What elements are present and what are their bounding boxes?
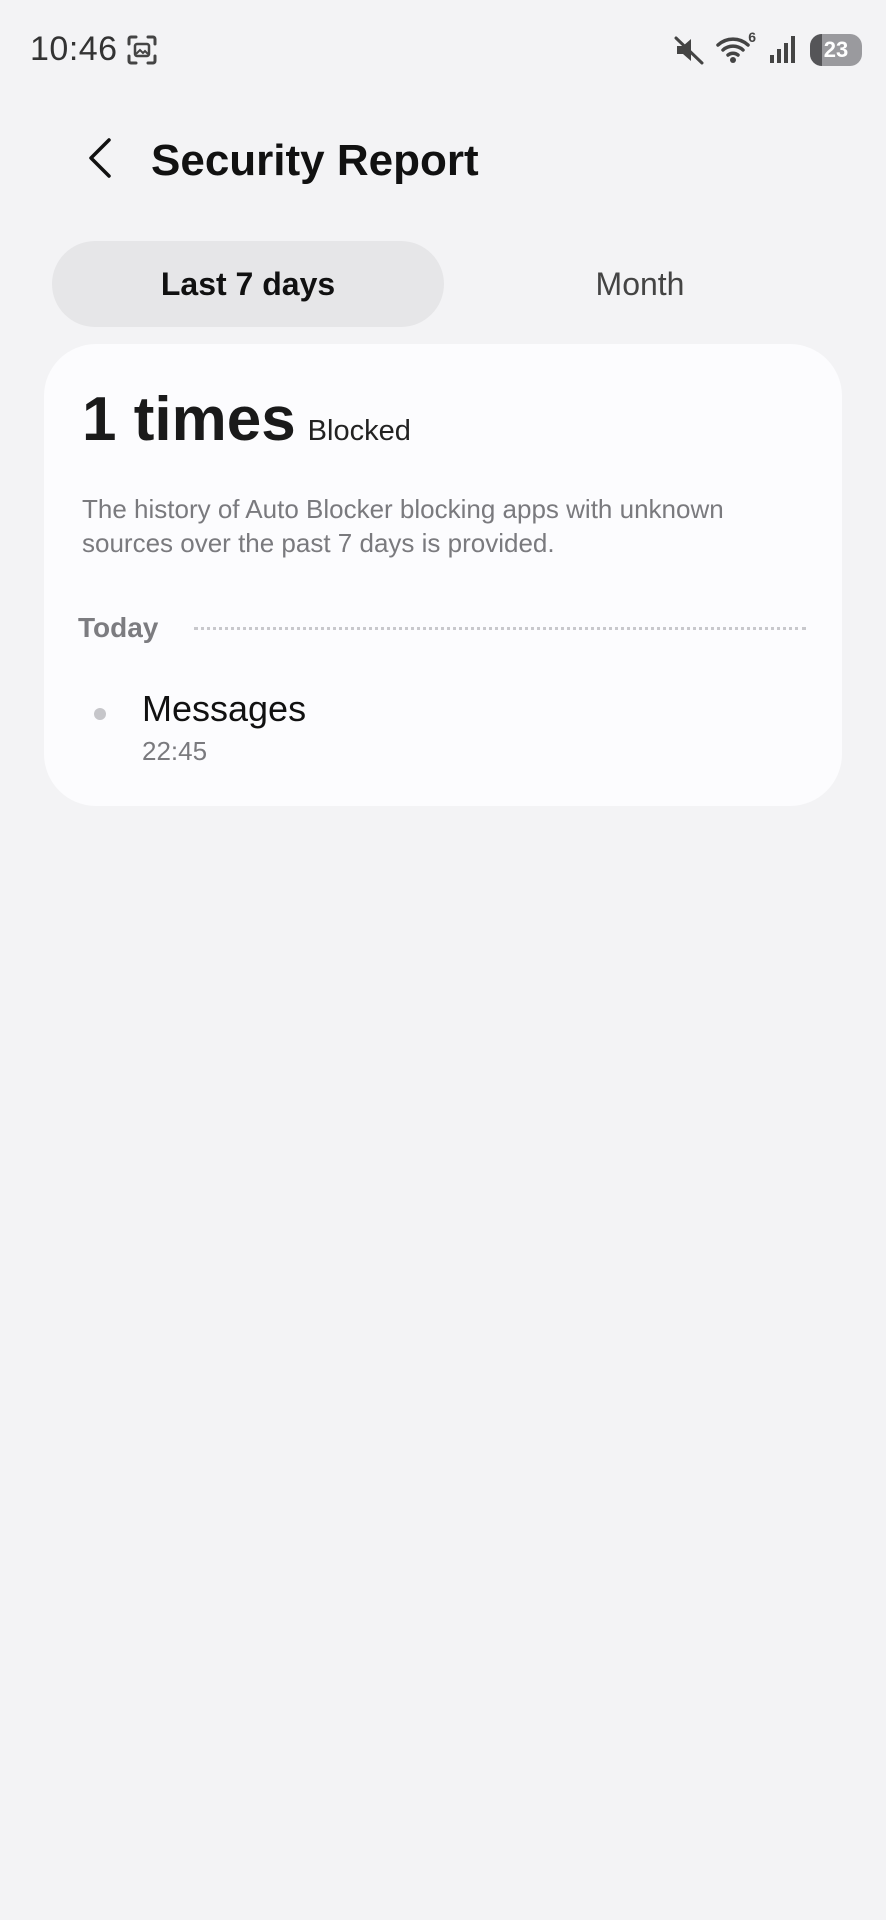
app-header: Security Report [0,120,886,200]
bullet-icon [94,708,106,720]
wifi-badge: 6 [748,29,756,45]
back-button[interactable] [74,134,126,186]
entry-app-name: Messages [142,688,307,729]
section-header-today: Today [78,608,806,648]
status-time: 10:46 [30,30,118,68]
chevron-left-icon [85,136,115,185]
report-description: The history of Auto Blocker blocking app… [82,494,724,558]
dotted-divider [194,626,806,630]
entry-time: 22:45 [142,736,208,766]
battery-fill [810,34,822,66]
period-tabs: Last 7 days Month [52,241,836,327]
wifi-6-icon: 6 [716,29,756,67]
tab-month[interactable]: Month [444,241,836,327]
blocked-label: Blocked [307,415,411,447]
screenshot-frame-icon [126,34,158,66]
battery-level: 23 [823,37,849,62]
list-item[interactable]: Messages 22:45 [44,688,842,788]
status-bar: 10:46 6 23 [0,0,886,100]
blocked-summary: 1 times Blocked [82,384,411,455]
signal-icon [766,33,800,67]
mute-icon [672,33,706,67]
section-label: Today [78,612,159,643]
blocked-count: 1 times [82,385,296,454]
tab-last-7-days[interactable]: Last 7 days [52,241,444,327]
status-icons: 6 23 [672,29,862,70]
battery-indicator: 23 [810,34,862,66]
report-card: 1 times Blocked The history of Auto Bloc… [44,344,842,806]
page-title: Security Report [151,136,479,185]
